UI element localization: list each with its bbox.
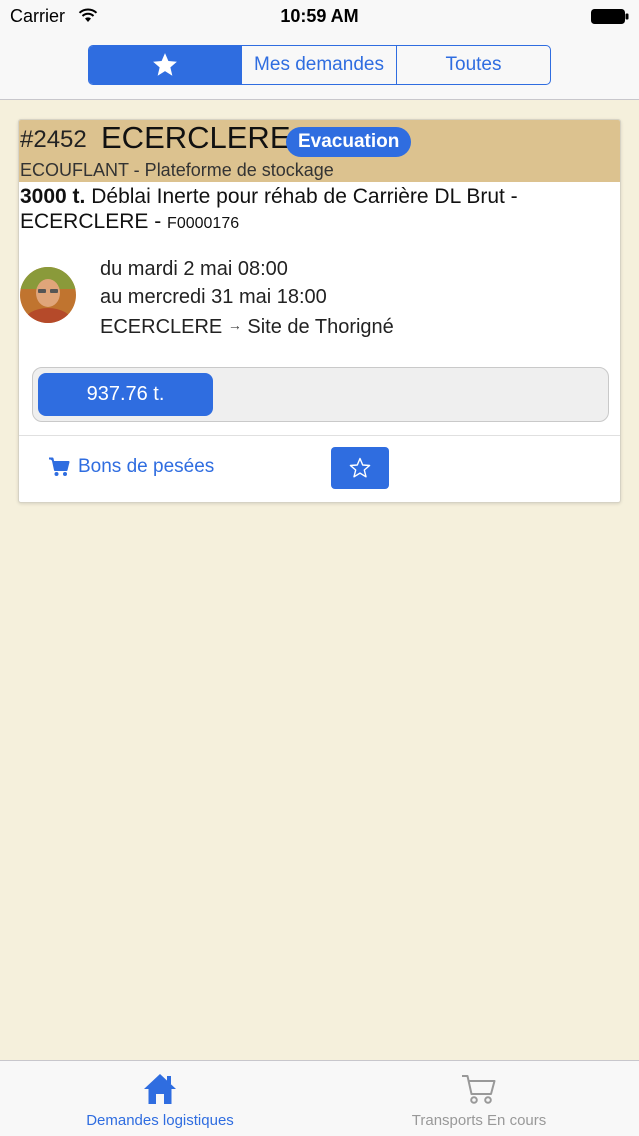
segment-toutes[interactable]: Toutes xyxy=(397,46,550,84)
request-site: ECOUFLANT - Plateforme de stockage xyxy=(20,160,334,180)
request-name: ECERCLERE xyxy=(101,120,291,155)
date-from: du mardi 2 mai 08:00 xyxy=(100,258,288,280)
bons-label: Bons de pesées xyxy=(78,456,215,477)
request-description: 3000 t. Déblai Inerte pour réhab de Carr… xyxy=(20,184,610,236)
navigation-bar: Mes demandes Toutes xyxy=(0,34,639,100)
tab-label: Demandes logistiques xyxy=(86,1112,234,1129)
home-icon xyxy=(144,1074,176,1104)
filter-segmented-control[interactable]: Mes demandes Toutes xyxy=(88,45,551,85)
cart-icon xyxy=(462,1075,496,1104)
card-header: #2452 ECERCLERE Evacuation ECOUFLANT - P… xyxy=(19,120,620,182)
favorite-button[interactable] xyxy=(331,447,389,489)
route-to: Site de Thorigné xyxy=(247,316,394,338)
route: ECERCLERE → Site de Thorigné xyxy=(100,311,394,341)
divider xyxy=(19,435,620,436)
tab-label: Transports En cours xyxy=(411,1112,547,1129)
date-to: au mercredi 31 mai 18:00 xyxy=(100,286,327,308)
tab-bar: Demandes logistiques Transports En cours xyxy=(0,1060,639,1136)
type-badge: Evacuation xyxy=(286,127,412,157)
request-code: F0000176 xyxy=(167,215,240,232)
cart-icon xyxy=(49,457,70,476)
request-number: #2452 xyxy=(20,126,87,153)
segment-mes-demandes[interactable]: Mes demandes xyxy=(242,46,397,84)
route-from: ECERCLERE xyxy=(100,316,223,338)
battery-icon xyxy=(591,9,629,24)
progress-fill: 937.76 t. xyxy=(38,373,213,416)
tab-demandes-logistiques[interactable]: Demandes logistiques xyxy=(60,1061,260,1136)
request-quantity: 3000 t. xyxy=(20,185,86,208)
tab-transports-en-cours[interactable]: Transports En cours xyxy=(379,1061,579,1136)
star-outline-icon xyxy=(349,457,371,478)
clock: 10:59 AM xyxy=(280,6,359,26)
star-icon xyxy=(153,53,177,76)
progress-bar: 937.76 t. xyxy=(32,367,609,422)
avatar xyxy=(20,267,76,323)
bons-de-pesees-link[interactable]: Bons de pesées xyxy=(48,456,214,478)
arrow-right-icon: → xyxy=(227,317,242,333)
schedule-block: du mardi 2 mai 08:00 au mercredi 31 mai … xyxy=(100,255,394,341)
status-bar: Carrier 10:59 AM xyxy=(0,0,639,34)
request-card[interactable]: #2452 ECERCLERE Evacuation ECOUFLANT - P… xyxy=(18,119,621,503)
request-material: Déblai Inerte pour réhab de Carrière DL … xyxy=(20,185,518,233)
segment-favorites[interactable] xyxy=(89,46,242,84)
